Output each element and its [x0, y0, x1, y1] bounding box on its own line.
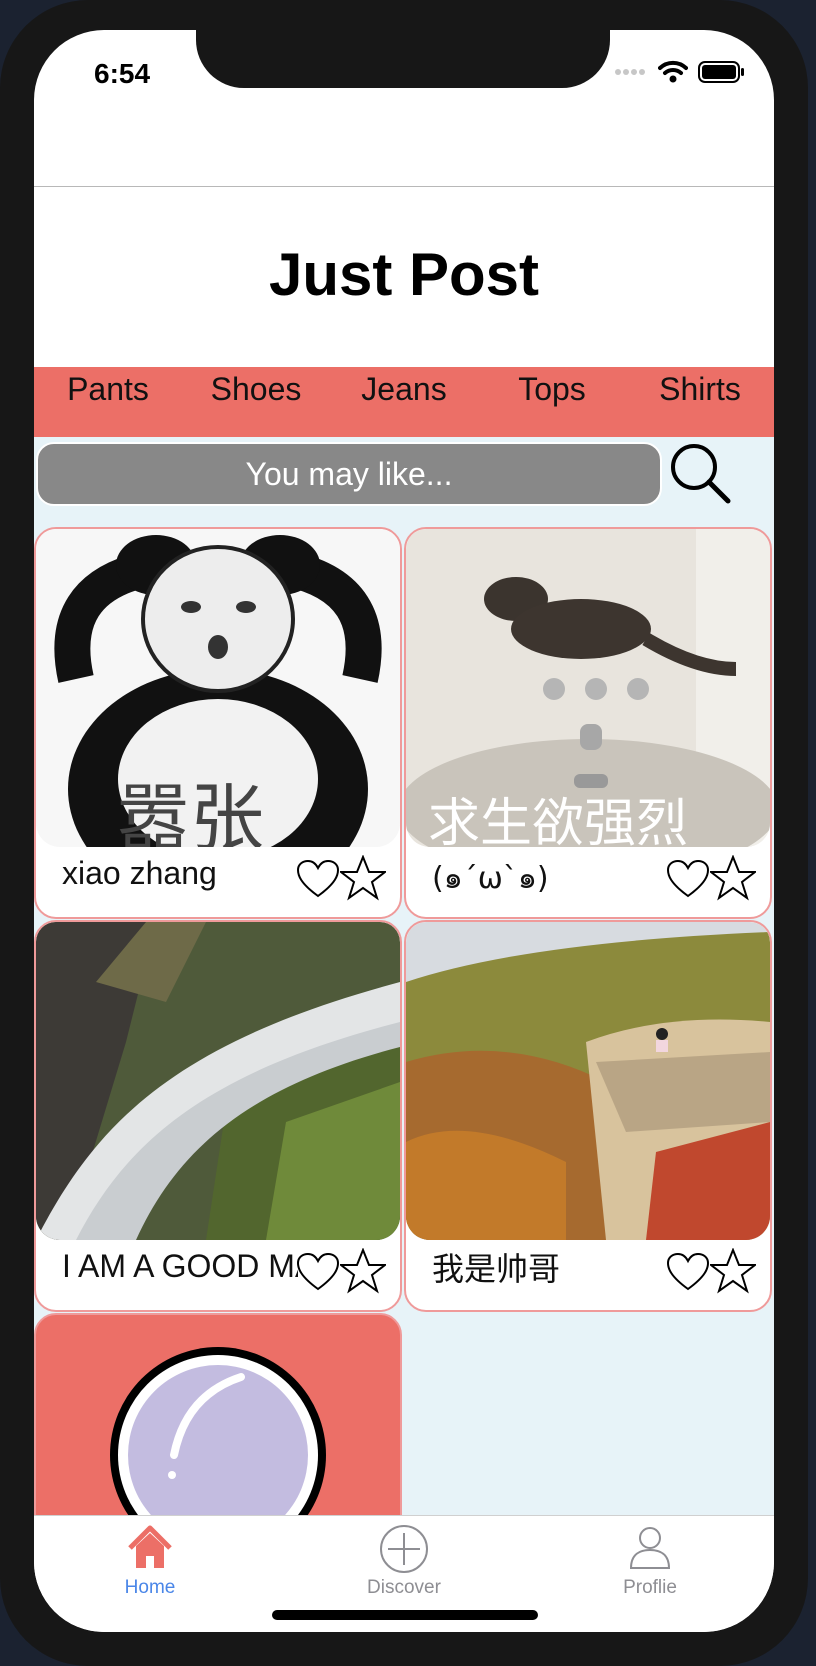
status-icons [614, 60, 746, 84]
post-card[interactable]: 嚣张 xiao zhang [34, 527, 402, 919]
tab-discover-label: Discover [367, 1577, 441, 1598]
star-icon[interactable] [340, 855, 386, 901]
heart-icon[interactable] [666, 859, 710, 899]
category-shirts[interactable]: Shirts [626, 367, 774, 408]
heart-icon[interactable] [296, 859, 340, 899]
search-field[interactable]: You may like... [36, 442, 662, 506]
tab-profile[interactable]: Proflie [570, 1524, 730, 1599]
post-image-cat-bathtub: 求生欲强烈 [406, 529, 770, 847]
page-title: Just Post [268, 241, 540, 308]
category-pants[interactable]: Pants [34, 367, 182, 408]
wifi-icon [658, 60, 688, 83]
post-image-waterfall [36, 922, 400, 1240]
person-icon [629, 1527, 671, 1569]
post-card[interactable]: I AM A GOOD MAN [34, 920, 402, 1312]
post-image-cliff-landscape [406, 922, 770, 1240]
battery-icon [698, 61, 744, 83]
star-icon[interactable] [710, 1248, 756, 1294]
star-icon[interactable] [340, 1248, 386, 1294]
app-screen: 6:54 Just Post Pants Shoes Jeans Tops Sh… [34, 30, 774, 1632]
navigation-bar-divider [34, 186, 774, 187]
post-image-panda-meme: 嚣张 [36, 529, 400, 847]
post-card[interactable] [34, 1313, 402, 1515]
status-time: 6:54 [94, 58, 151, 89]
post-title: I AM A GOOD MAN [62, 1248, 298, 1284]
heart-icon[interactable] [296, 1252, 340, 1292]
post-card[interactable]: 求生欲强烈 (๑ˊωˋ๑) [404, 527, 772, 919]
category-jeans[interactable]: Jeans [330, 367, 478, 408]
house-icon [128, 1525, 172, 1568]
category-shoes[interactable]: Shoes [182, 367, 330, 408]
post-title: xiao zhang [62, 855, 217, 891]
category-bar: Pants Shoes Jeans Tops Shirts [34, 367, 774, 437]
tab-home[interactable]: Home [70, 1524, 230, 1599]
device-notch [196, 30, 610, 88]
tab-home-label: Home [124, 1577, 176, 1598]
plus-circle-icon [380, 1525, 428, 1573]
star-icon[interactable] [710, 855, 756, 901]
heart-icon[interactable] [666, 1252, 710, 1292]
device-frame: 6:54 Just Post Pants Shoes Jeans Tops Sh… [0, 0, 808, 1666]
post-title: (๑ˊωˋ๑) [432, 861, 549, 896]
post-image-bubble [110, 1347, 326, 1515]
search-icon[interactable] [668, 441, 734, 507]
tab-discover[interactable]: Discover [324, 1524, 484, 1599]
tab-profile-label: Proflie [623, 1577, 677, 1598]
post-image-caption: 嚣张 [116, 776, 264, 847]
post-title: 我是帅哥 [432, 1250, 561, 1288]
post-image-caption: 求生欲强烈 [428, 794, 689, 847]
home-indicator[interactable] [272, 1610, 538, 1620]
post-card[interactable]: 我是帅哥 [404, 920, 772, 1312]
category-tops[interactable]: Tops [478, 367, 626, 408]
cellular-signal-icon [615, 69, 645, 75]
feed-content: You may like... 嚣张 xiao zhang 求生欲强烈 (๑ˊω… [34, 437, 774, 1515]
